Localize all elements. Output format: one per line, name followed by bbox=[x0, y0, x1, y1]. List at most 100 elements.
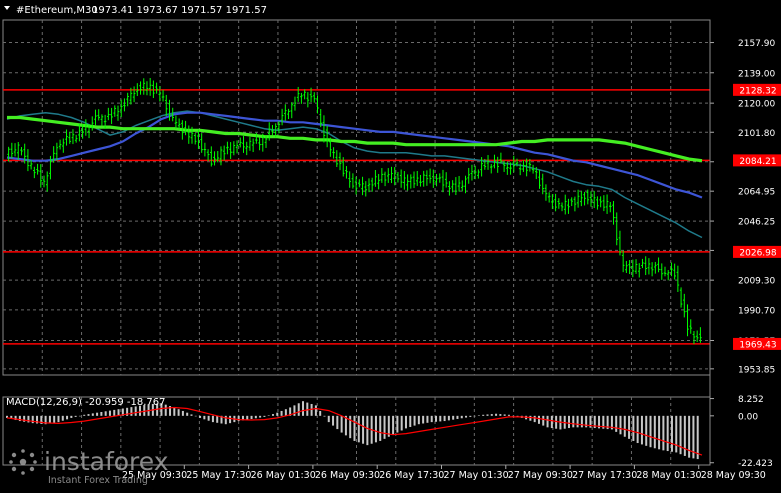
macd-histogram-bar bbox=[190, 414, 193, 416]
macd-histogram-bar bbox=[263, 415, 266, 417]
macd-histogram-bar bbox=[353, 415, 356, 441]
macd-histogram-bar bbox=[409, 415, 412, 427]
macd-histogram-bar bbox=[486, 414, 489, 416]
macd-histogram-bar bbox=[404, 415, 407, 429]
macd-histogram-bar bbox=[319, 410, 322, 416]
macd-histogram-bar bbox=[83, 414, 86, 416]
macd-histogram-bar bbox=[537, 415, 540, 424]
macd-histogram-bar bbox=[237, 415, 240, 422]
macd-histogram-bar bbox=[400, 415, 403, 431]
macd-histogram-bar bbox=[246, 415, 249, 420]
macd-histogram-bar bbox=[619, 415, 622, 435]
macd-histogram-bar bbox=[113, 409, 116, 416]
macd-histogram-bar bbox=[568, 415, 571, 429]
macd-histogram-bar bbox=[679, 415, 682, 455]
macd-histogram-bar bbox=[177, 409, 180, 416]
x-tick-label: 27 May 01:30 bbox=[444, 470, 509, 481]
chart-window[interactable]: 2157.902139.002120.002101.802083.352064.… bbox=[0, 0, 781, 489]
macd-histogram-bar bbox=[280, 410, 283, 416]
macd-histogram-bar bbox=[507, 414, 510, 416]
macd-histogram-bar bbox=[512, 415, 515, 417]
macd-histogram-bar bbox=[533, 415, 536, 423]
y-tick-label: 1953.85 bbox=[738, 365, 775, 375]
macd-histogram-bar bbox=[332, 415, 335, 426]
macd-histogram-bar bbox=[632, 415, 635, 441]
macd-histogram-bar bbox=[224, 415, 227, 425]
macd-histogram-bar bbox=[130, 407, 133, 416]
x-tick-label: 28 May 09:30 bbox=[701, 470, 766, 481]
y-tick-label: 2139.00 bbox=[738, 69, 775, 79]
macd-histogram-bar bbox=[452, 415, 455, 420]
macd-histogram-bar bbox=[254, 415, 257, 419]
macd-histogram-bar bbox=[495, 413, 498, 416]
macd-histogram-bar bbox=[327, 415, 330, 423]
price-chart-svg[interactable]: 2157.902139.002120.002101.802083.352064.… bbox=[0, 0, 781, 489]
macd-histogram-bar bbox=[27, 415, 30, 423]
brand-name: instaforex bbox=[44, 447, 169, 476]
macd-histogram-bar bbox=[96, 412, 99, 416]
macd-histogram-bar bbox=[271, 414, 274, 416]
macd-histogram-bar bbox=[276, 412, 279, 416]
x-tick-label: 26 May 09:30 bbox=[315, 470, 380, 481]
macd-tick-label: -22.423 bbox=[738, 459, 773, 469]
macd-histogram-bar bbox=[104, 411, 107, 416]
x-tick-label: 25 May 17:30 bbox=[186, 470, 251, 481]
macd-histogram-bar bbox=[628, 415, 631, 439]
macd-histogram-bar bbox=[683, 415, 686, 456]
macd-histogram-bar bbox=[447, 415, 450, 421]
macd-histogram-bar bbox=[469, 415, 472, 417]
macd-histogram-bar bbox=[302, 401, 305, 416]
macd-histogram-bar bbox=[645, 415, 648, 446]
macd-histogram-bar bbox=[379, 415, 382, 441]
macd-histogram-bar bbox=[499, 414, 502, 416]
chart-header: #Ethereum,M30 1973.41 1973.67 1971.57 19… bbox=[4, 5, 267, 16]
macd-histogram-bar bbox=[435, 415, 438, 422]
macd-histogram-bar bbox=[396, 415, 399, 433]
macd-histogram-bar bbox=[203, 415, 206, 420]
macd-histogram-bar bbox=[439, 415, 442, 422]
macd-histogram-bar bbox=[323, 415, 326, 417]
macd-histogram-bar bbox=[658, 415, 661, 450]
macd-histogram-bar bbox=[181, 410, 184, 416]
macd-histogram-bar bbox=[653, 415, 656, 449]
macd-histogram-bar bbox=[666, 415, 669, 452]
macd-histogram-bar bbox=[267, 415, 270, 416]
macd-histogram-bar bbox=[550, 415, 553, 429]
ohlc-values: 1973.41 1973.67 1971.57 1971.57 bbox=[92, 5, 267, 16]
y-tick-label: 2046.25 bbox=[738, 218, 775, 228]
macd-histogram-bar bbox=[640, 415, 643, 445]
macd-histogram-bar bbox=[473, 415, 476, 417]
macd-histogram-bar bbox=[357, 415, 360, 443]
x-tick-label: 26 May 01:30 bbox=[251, 470, 316, 481]
macd-histogram-bar bbox=[186, 412, 189, 416]
macd-histogram-bar bbox=[216, 415, 219, 423]
macd-histogram-bar bbox=[482, 414, 485, 416]
price-level-value: 1969.43 bbox=[739, 340, 776, 350]
macd-histogram-bar bbox=[383, 415, 386, 439]
y-tick-label: 2101.80 bbox=[738, 129, 775, 139]
macd-histogram-bar bbox=[108, 410, 111, 416]
macd-histogram-bar bbox=[297, 403, 300, 416]
macd-histogram-bar bbox=[31, 415, 34, 424]
y-tick-label: 1990.70 bbox=[738, 306, 775, 316]
macd-histogram-bar bbox=[662, 415, 665, 451]
macd-histogram-bar bbox=[57, 415, 60, 423]
macd-tick-label: 8.252 bbox=[738, 395, 764, 405]
x-tick-label: 27 May 17:30 bbox=[572, 470, 637, 481]
macd-histogram-bar bbox=[66, 415, 69, 420]
macd-histogram-bar bbox=[74, 415, 77, 417]
brand-tagline: Instant Forex Trading bbox=[48, 475, 148, 486]
macd-histogram-bar bbox=[340, 415, 343, 433]
x-tick-label: 26 May 17:30 bbox=[379, 470, 444, 481]
macd-histogram-bar bbox=[78, 415, 81, 417]
macd-histogram-bar bbox=[173, 407, 176, 416]
macd-histogram-bar bbox=[422, 415, 425, 424]
macd-histogram-bar bbox=[199, 415, 202, 418]
macd-histogram-bar bbox=[284, 409, 287, 416]
macd-histogram-bar bbox=[426, 415, 429, 423]
macd-histogram-bar bbox=[211, 415, 214, 423]
macd-histogram-bar bbox=[70, 415, 73, 418]
macd-histogram-bar bbox=[53, 415, 56, 423]
macd-histogram-bar bbox=[259, 415, 262, 418]
macd-histogram-bar bbox=[615, 415, 618, 432]
